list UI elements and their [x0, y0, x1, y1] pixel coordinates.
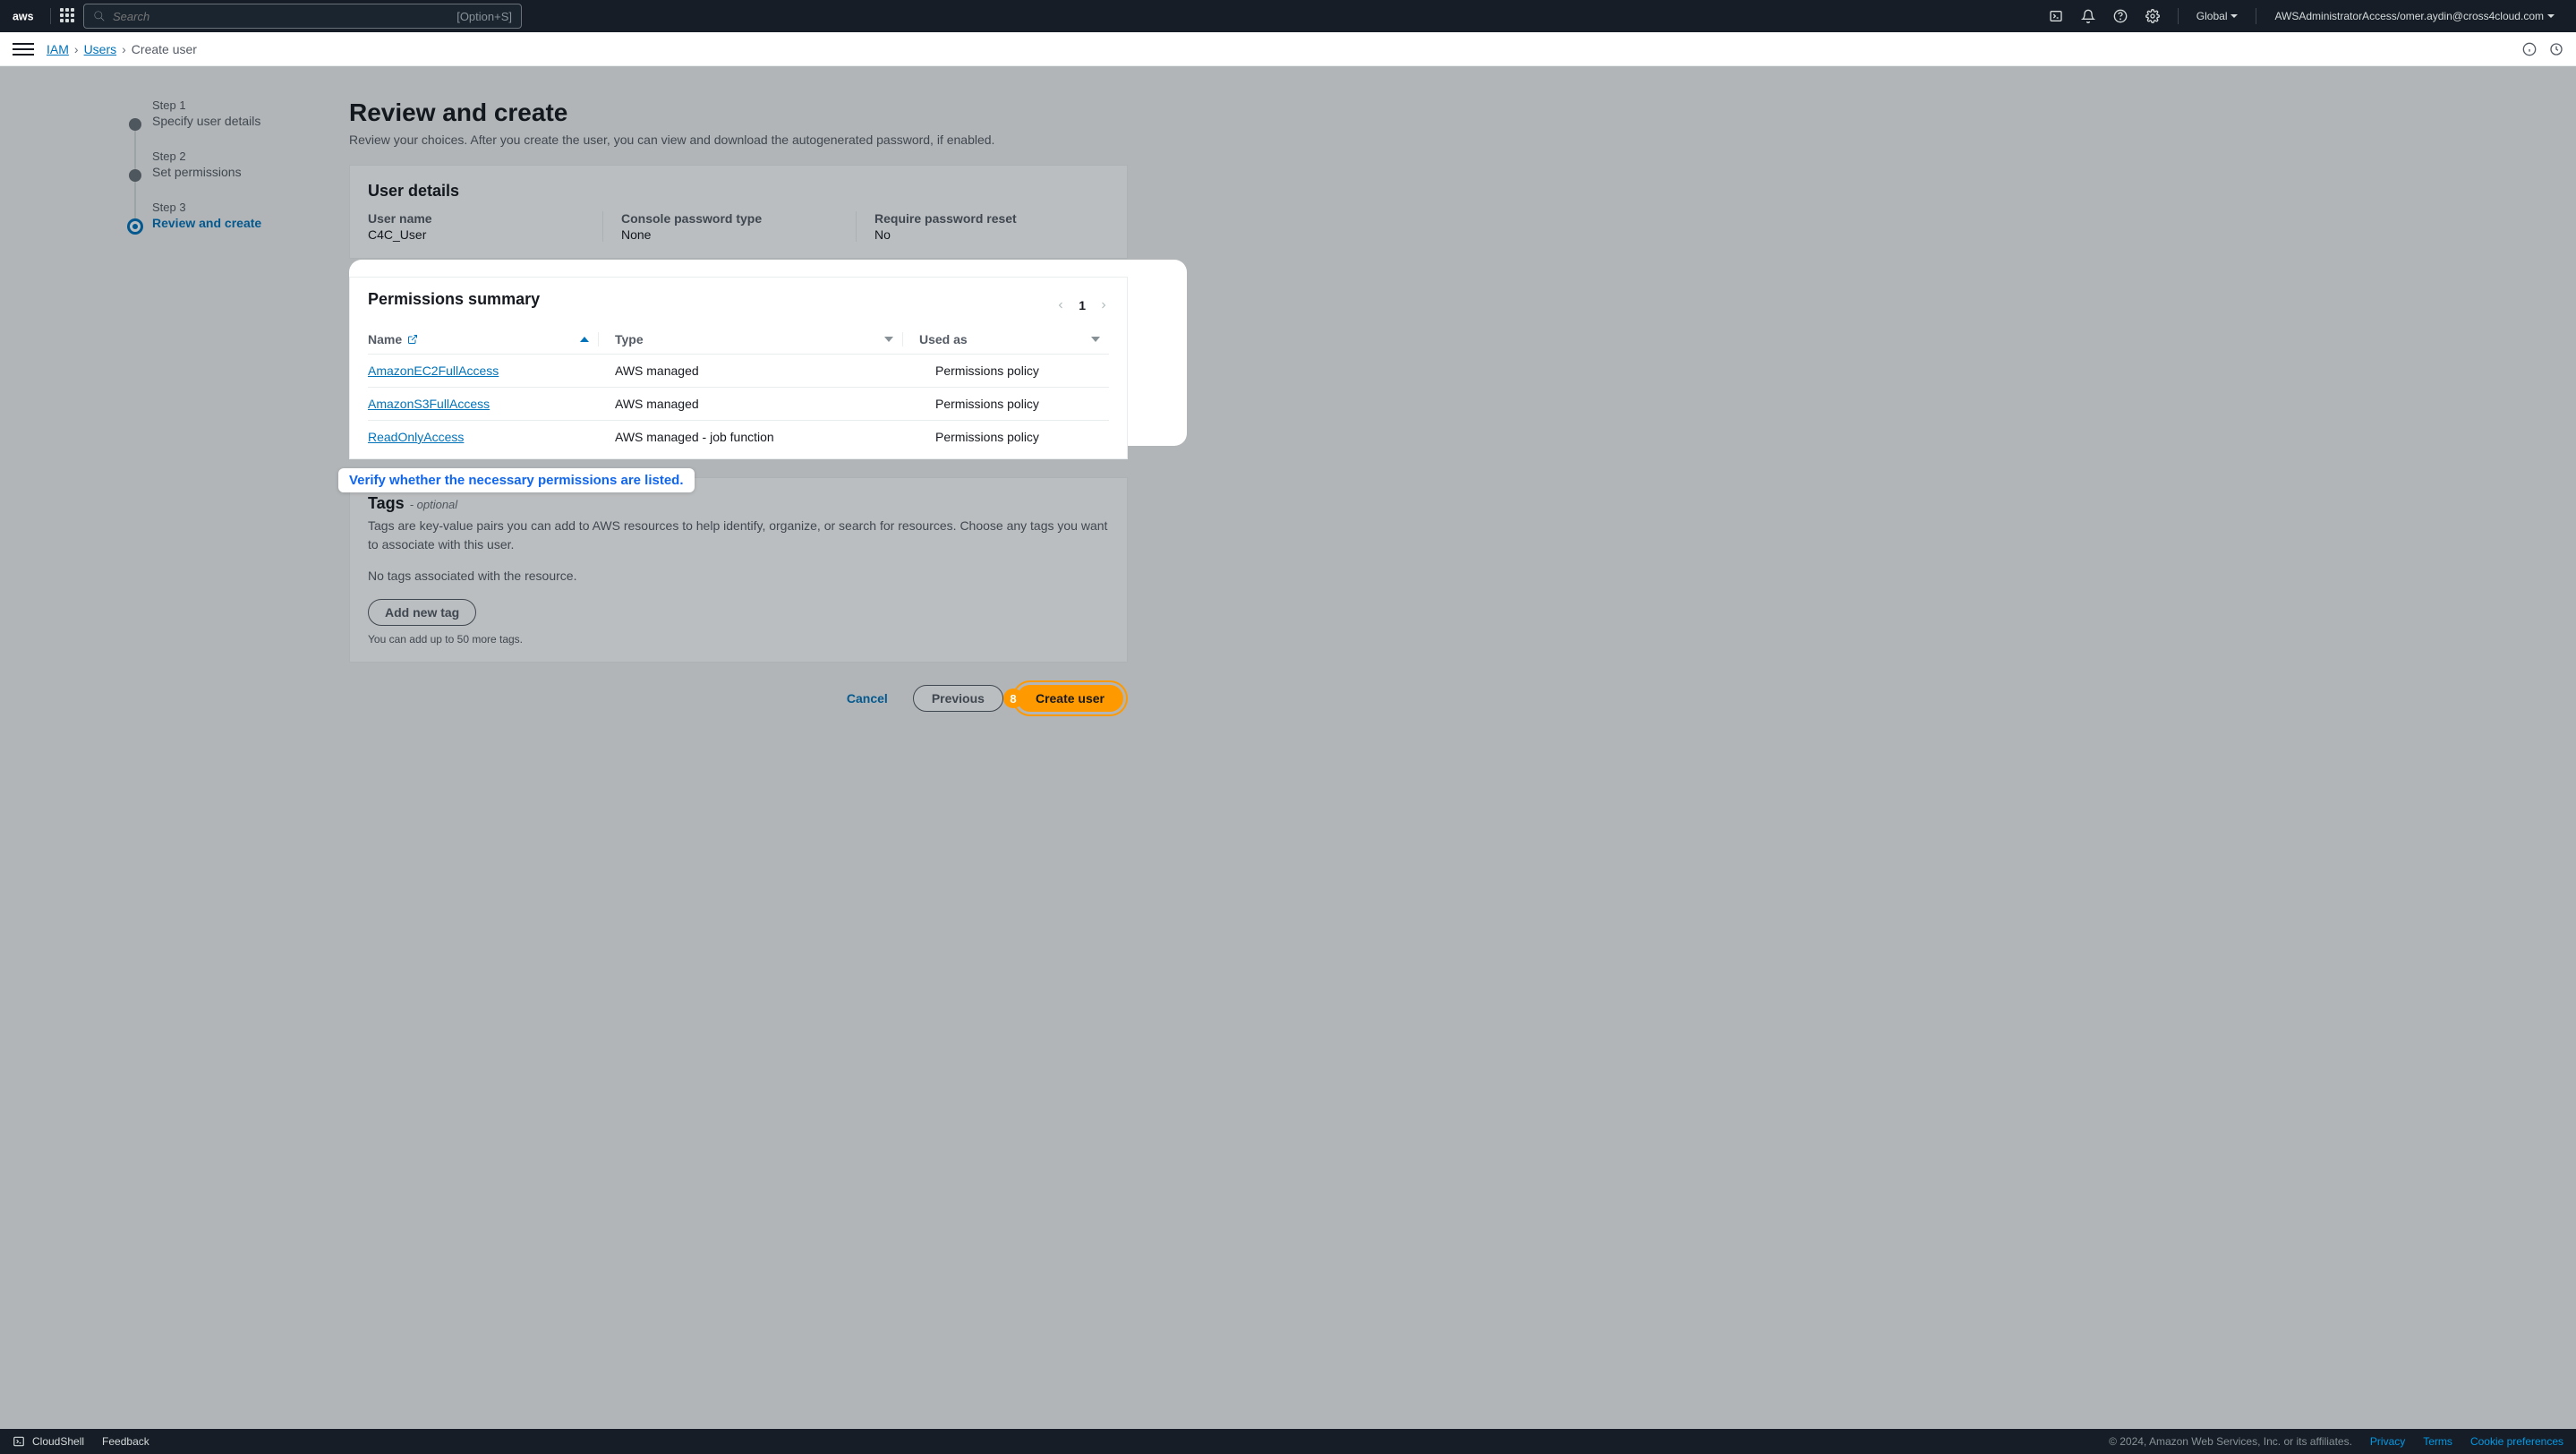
page-title: Review and create — [349, 98, 1128, 127]
user-details-panel: User details User name C4C_User Console … — [349, 165, 1128, 259]
chevron-right-icon: › — [74, 42, 79, 56]
breadcrumb-current: Create user — [132, 42, 197, 56]
permissions-table: Name Type Used as AmazonEC2FullAccess — [368, 325, 1109, 453]
step-2[interactable]: Step 2 Set permissions — [129, 150, 349, 179]
aws-logo[interactable] — [13, 8, 41, 24]
breadcrumb-users[interactable]: Users — [84, 42, 117, 56]
privacy-link[interactable]: Privacy — [2370, 1435, 2405, 1448]
wizard-steps: Step 1 Specify user details Step 2 Set p… — [0, 98, 349, 716]
tags-hint: You can add up to 50 more tags. — [368, 633, 1109, 646]
user-details-heading: User details — [368, 182, 1109, 201]
permissions-heading: Permissions summary — [368, 290, 540, 309]
search-bar[interactable]: [Option+S] — [83, 4, 522, 29]
th-type[interactable]: Type — [599, 332, 903, 346]
th-name[interactable]: Name — [368, 332, 599, 346]
help-icon[interactable] — [2104, 0, 2137, 32]
notifications-icon[interactable] — [2072, 0, 2104, 32]
add-tag-button[interactable]: Add new tag — [368, 599, 476, 626]
search-input[interactable] — [113, 10, 456, 23]
cloudshell-icon[interactable] — [2040, 0, 2072, 32]
permissions-panel: Permissions summary 1 Name Type — [349, 277, 1128, 459]
page-number: 1 — [1079, 298, 1086, 312]
previous-button[interactable]: Previous — [913, 685, 1003, 712]
chevron-right-icon: › — [122, 42, 126, 56]
tags-empty-text: No tags associated with the resource. — [368, 569, 1109, 583]
step-3[interactable]: Step 3 Review and create — [129, 201, 349, 230]
sort-icon — [884, 337, 893, 342]
feedback-link[interactable]: Feedback — [102, 1435, 149, 1448]
create-user-button[interactable]: Create user — [1017, 685, 1123, 712]
detail-password-reset: Require password reset No — [856, 211, 1109, 242]
cookie-link[interactable]: Cookie preferences — [2470, 1435, 2563, 1448]
panel-refresh-icon[interactable] — [2549, 42, 2563, 56]
chevron-down-icon — [2231, 14, 2238, 18]
sort-icon — [1091, 337, 1100, 342]
cloudshell-footer-icon[interactable] — [13, 1435, 25, 1448]
external-link-icon — [407, 334, 418, 345]
breadcrumb-iam[interactable]: IAM — [47, 42, 69, 56]
cancel-button[interactable]: Cancel — [831, 686, 904, 711]
table-row: AmazonS3FullAccess AWS managed Permissio… — [368, 388, 1109, 421]
search-hint: [Option+S] — [456, 10, 512, 23]
search-icon — [93, 10, 106, 22]
footer: CloudShell Feedback © 2024, Amazon Web S… — [0, 1429, 2576, 1454]
services-grid-icon[interactable] — [60, 8, 76, 24]
table-row: AmazonEC2FullAccess AWS managed Permissi… — [368, 355, 1109, 388]
policy-link[interactable]: AmazonEC2FullAccess — [368, 364, 499, 378]
page-next-icon[interactable] — [1098, 300, 1109, 311]
detail-username: User name C4C_User — [368, 211, 602, 242]
tags-panel: Tags - optional Tags are key-value pairs… — [349, 477, 1128, 663]
menu-toggle-icon[interactable] — [13, 38, 34, 60]
page-prev-icon[interactable] — [1055, 300, 1066, 311]
pagination: 1 — [1055, 298, 1109, 312]
th-used-as[interactable]: Used as — [903, 332, 1109, 346]
step-1[interactable]: Step 1 Specify user details — [129, 98, 349, 128]
region-selector[interactable]: Global — [2188, 10, 2248, 22]
chevron-down-icon — [2547, 14, 2555, 18]
page-subtitle: Review your choices. After you create th… — [349, 133, 1128, 147]
policy-link[interactable]: AmazonS3FullAccess — [368, 397, 490, 411]
tags-description: Tags are key-value pairs you can add to … — [368, 517, 1109, 554]
sort-asc-icon — [580, 337, 589, 342]
policy-link[interactable]: ReadOnlyAccess — [368, 430, 464, 444]
step-badge: 8 — [1003, 689, 1023, 708]
wizard-actions: Cancel Previous 8 Create user — [349, 680, 1128, 716]
detail-password-type: Console password type None — [602, 211, 856, 242]
cloudshell-link[interactable]: CloudShell — [32, 1435, 84, 1448]
settings-icon[interactable] — [2137, 0, 2169, 32]
table-row: ReadOnlyAccess AWS managed - job functio… — [368, 421, 1109, 453]
top-nav: [Option+S] Global AWSAdministratorAccess… — [0, 0, 2576, 32]
copyright: © 2024, Amazon Web Services, Inc. or its… — [2109, 1435, 2352, 1448]
tags-heading: Tags — [368, 494, 405, 513]
callout-verify-permissions: Verify whether the necessary permissions… — [338, 468, 695, 492]
panel-info-icon[interactable] — [2522, 42, 2537, 56]
tags-optional: - optional — [410, 498, 457, 511]
terms-link[interactable]: Terms — [2423, 1435, 2452, 1448]
breadcrumb: IAM › Users › Create user — [0, 32, 2576, 66]
account-menu[interactable]: AWSAdministratorAccess/omer.aydin@cross4… — [2265, 10, 2563, 22]
